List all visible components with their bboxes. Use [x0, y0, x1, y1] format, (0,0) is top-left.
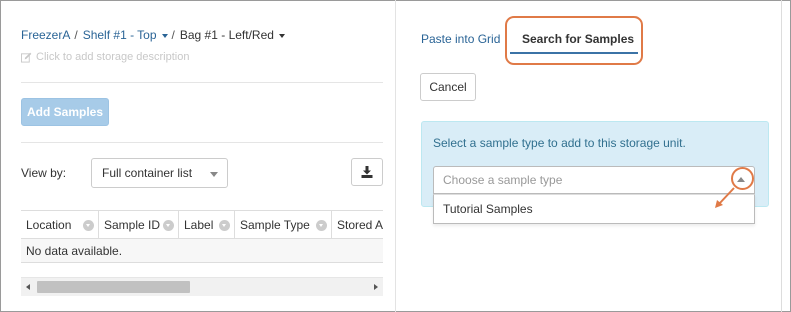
column-header-label-col[interactable]: Label	[179, 211, 235, 239]
tab-highlight-callout	[505, 16, 643, 65]
column-header-location[interactable]: Location	[21, 211, 99, 239]
scrollbar-thumb[interactable]	[37, 281, 190, 293]
column-header-label: Label	[184, 218, 214, 232]
storage-description-text: Click to add storage description	[36, 51, 190, 63]
column-menu-icon[interactable]	[316, 220, 327, 231]
chevron-down-icon	[161, 33, 168, 38]
breadcrumb-shelf[interactable]: Shelf #1 - Top	[83, 28, 168, 42]
sample-type-instructions: Select a sample type to add to this stor…	[433, 136, 686, 150]
chevron-down-icon	[278, 33, 285, 38]
column-header-sample-id[interactable]: Sample ID	[99, 211, 179, 239]
scroll-left-icon[interactable]	[26, 284, 30, 290]
storage-panel: FreezerA / Shelf #1 - Top / Bag #1 - Lef…	[0, 0, 396, 312]
download-icon	[361, 166, 373, 178]
grid-header: Location Sample ID Label Sample Type Sto…	[21, 210, 383, 239]
add-samples-button[interactable]: Add Samples	[21, 98, 109, 126]
chevron-down-icon	[210, 172, 218, 177]
column-header-stored-amount[interactable]: Stored Ar	[332, 211, 383, 239]
column-header-label: Sample ID	[104, 218, 161, 232]
column-menu-icon[interactable]	[83, 220, 94, 231]
breadcrumb-shelf-label: Shelf #1 - Top	[82, 28, 157, 42]
tab-paste-into-grid[interactable]: Paste into Grid	[421, 32, 500, 46]
breadcrumb: FreezerA / Shelf #1 - Top / Bag #1 - Lef…	[21, 28, 285, 42]
cancel-button[interactable]: Cancel	[420, 73, 476, 101]
breadcrumb-separator: /	[171, 28, 175, 42]
divider	[21, 82, 383, 83]
arrow-callout-icon	[715, 187, 735, 208]
sample-type-placeholder: Choose a sample type	[443, 173, 563, 187]
column-header-label: Stored Ar	[337, 218, 383, 232]
samples-grid: Location Sample ID Label Sample Type Sto…	[21, 210, 383, 300]
divider	[21, 142, 383, 143]
view-by-label: View by:	[21, 166, 67, 180]
sample-type-select[interactable]: Choose a sample type	[433, 166, 755, 194]
horizontal-scrollbar[interactable]	[21, 277, 383, 296]
edit-icon	[21, 52, 32, 63]
column-header-label: Location	[26, 218, 72, 232]
column-menu-icon[interactable]	[163, 220, 174, 231]
column-header-label: Sample Type	[240, 218, 310, 232]
grid-empty-row: No data available.	[21, 239, 383, 263]
scroll-right-icon[interactable]	[374, 284, 378, 290]
view-by-value: Full container list	[102, 166, 193, 180]
column-header-sample-type[interactable]: Sample Type	[235, 211, 332, 239]
sample-type-option[interactable]: Tutorial Samples	[433, 194, 755, 224]
breadcrumb-freezer[interactable]: FreezerA	[21, 28, 70, 42]
breadcrumb-bag[interactable]: Bag #1 - Left/Red	[180, 28, 285, 42]
window-edge	[781, 0, 782, 312]
breadcrumb-separator: /	[74, 28, 78, 42]
view-by-select[interactable]: Full container list	[91, 158, 228, 188]
column-menu-icon[interactable]	[219, 220, 230, 231]
download-button[interactable]	[351, 158, 383, 186]
breadcrumb-bag-label: Bag #1 - Left/Red	[179, 28, 274, 42]
storage-description[interactable]: Click to add storage description	[21, 51, 189, 63]
